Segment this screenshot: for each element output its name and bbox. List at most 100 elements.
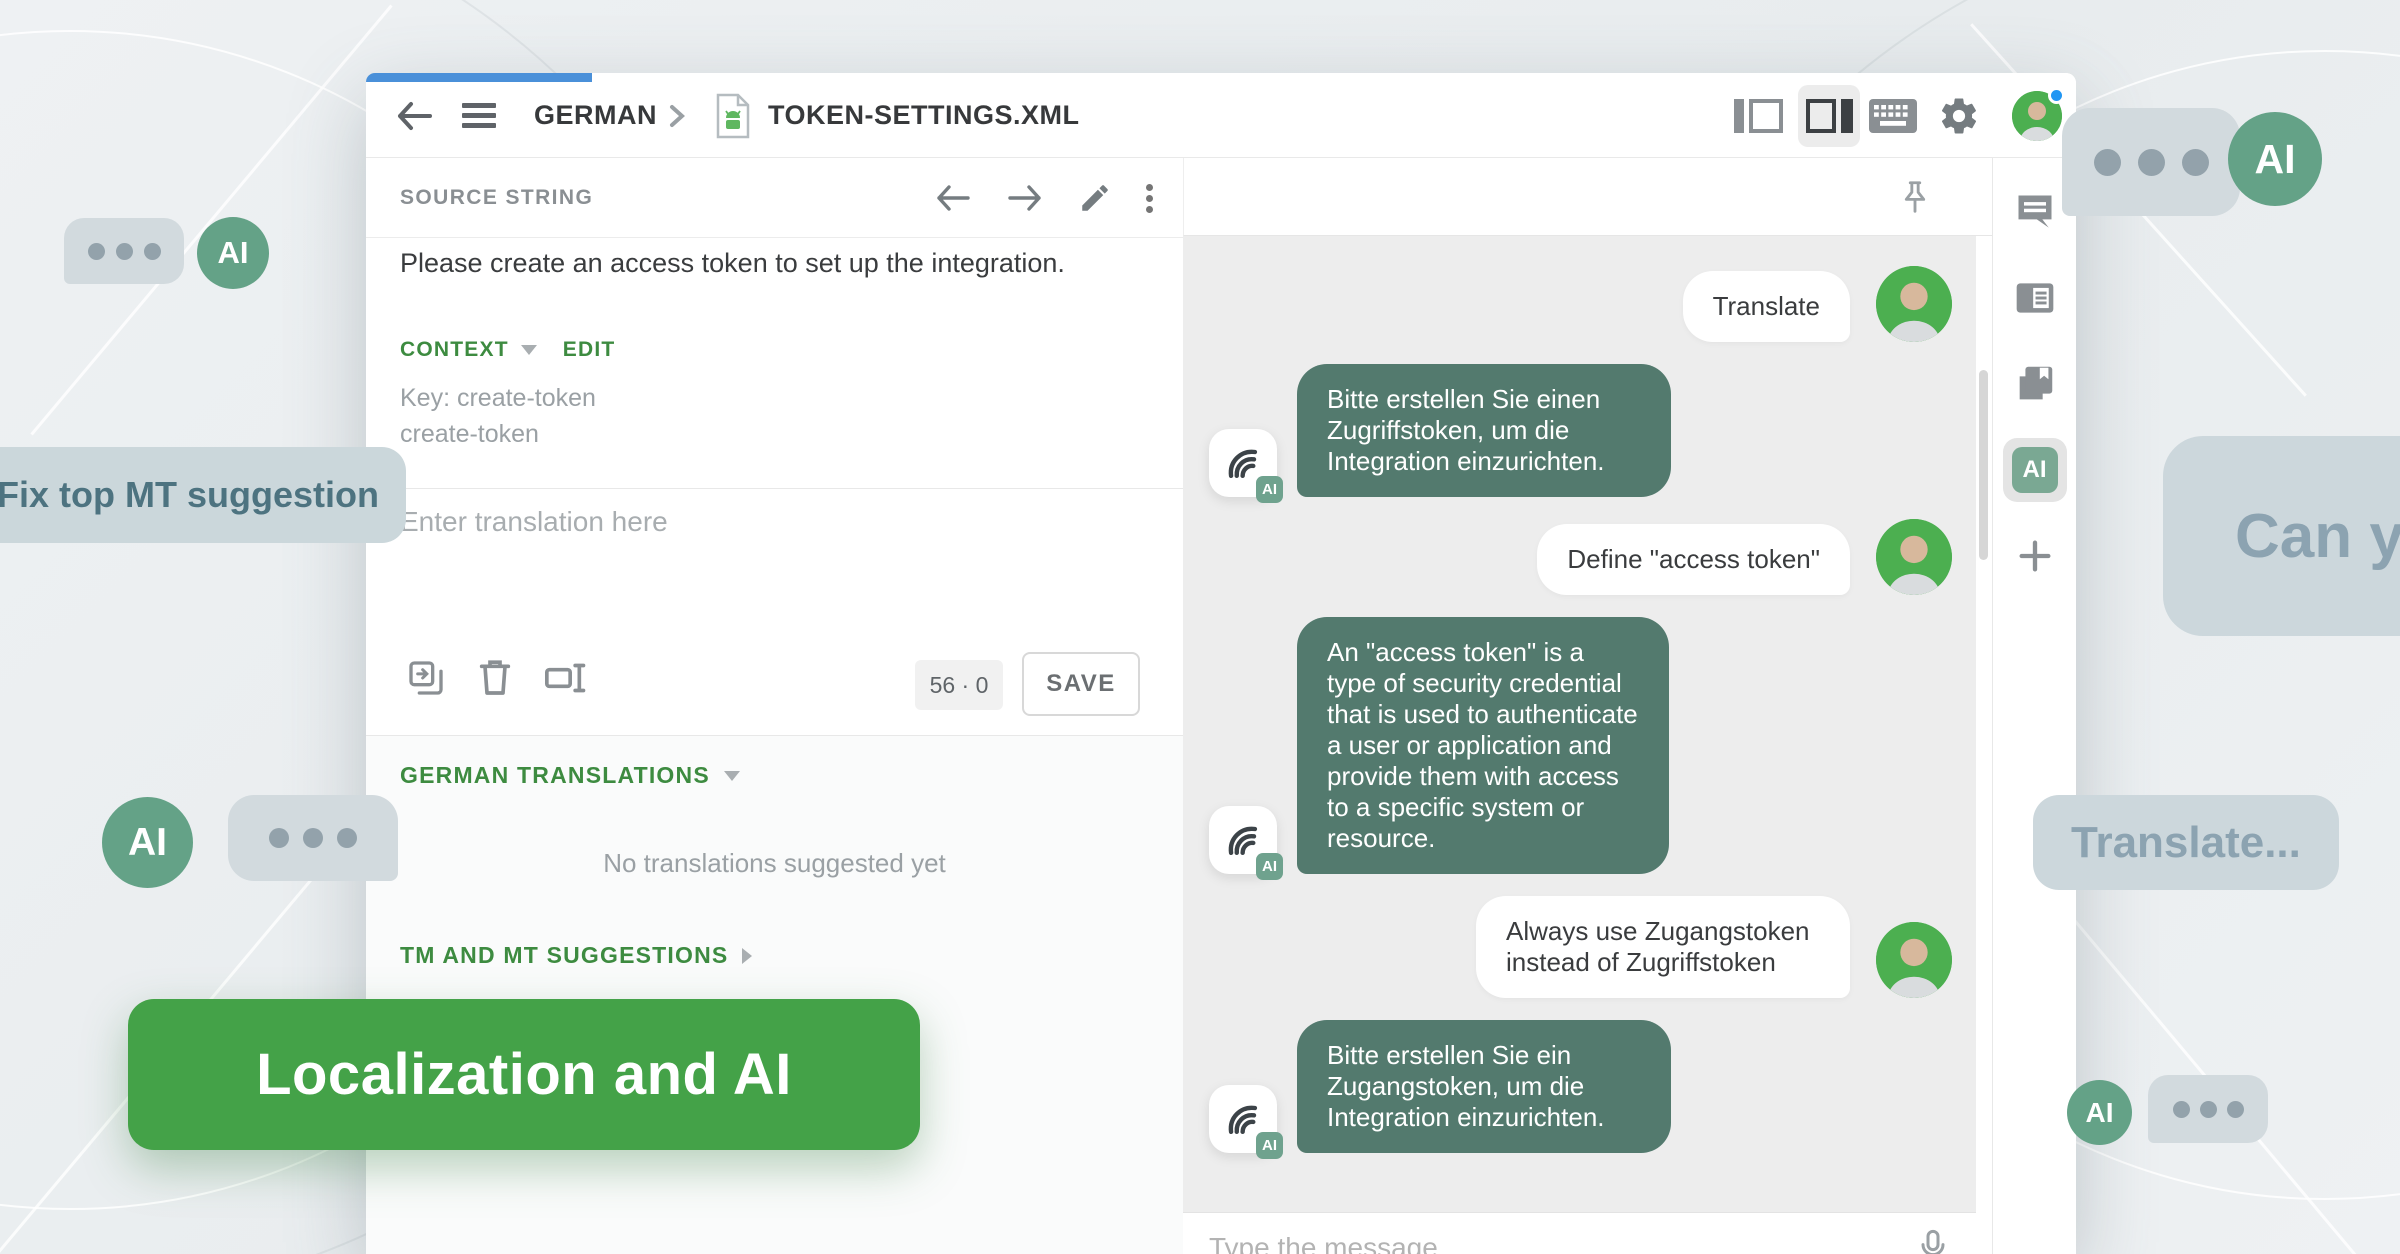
ai-circle-badge: AI — [2067, 1080, 2132, 1145]
tooltip-text: Translate... — [2071, 818, 2301, 868]
typing-dots-bubble — [228, 795, 398, 881]
ai-badge: AI — [1256, 1132, 1283, 1159]
chat-message-user: Define "access token" — [1209, 519, 1952, 595]
divider — [366, 488, 1183, 489]
chevron-right-icon — [742, 948, 752, 964]
chat-message-user: Translate — [1209, 266, 1952, 342]
message-bubble: Bitte erstellen Sie ein Zugangstoken, um… — [1297, 1020, 1671, 1153]
message-bubble: Always use Zugangstoken instead of Zugri… — [1476, 896, 1850, 998]
chevron-down-icon — [521, 345, 537, 355]
sidebar-item-ai-assistant[interactable]: AI — [2003, 438, 2067, 502]
breadcrumb-chevron-icon — [666, 73, 688, 158]
keyboard-icon — [1868, 98, 1918, 134]
more-options-button[interactable] — [1146, 180, 1153, 217]
sidebar-item-info[interactable] — [2003, 266, 2067, 330]
keyboard-shortcuts-button[interactable] — [1868, 73, 1918, 158]
chat-message-ai: AI Bitte erstellen Sie ein Zugangstoken,… — [1209, 1020, 1952, 1153]
user-chat-avatar — [1876, 266, 1952, 342]
typing-dots-bubble — [64, 218, 184, 284]
microphone-icon[interactable] — [1916, 1228, 1950, 1254]
headline-banner: Localization and AI — [128, 999, 920, 1150]
empty-state-message: No translations suggested yet — [366, 848, 1183, 879]
left-panel-icon — [1734, 99, 1783, 133]
translations-header-label: GERMAN TRANSLATIONS — [400, 762, 710, 789]
tooltip-text: Fix top MT suggestion — [0, 474, 379, 516]
settings-button[interactable] — [1938, 73, 1980, 158]
suggestion-tooltip-left: Fix top MT suggestion — [0, 447, 406, 543]
next-string-button[interactable] — [1006, 183, 1044, 213]
book-bookmark-icon — [2012, 361, 2058, 407]
translation-input[interactable] — [400, 506, 1120, 646]
ai-circle-badge: AI — [102, 797, 193, 888]
prompt-tooltip-right-small: Translate... — [2033, 795, 2339, 890]
filename-label: TOKEN-SETTINGS.XML — [768, 100, 1080, 131]
ai-badge: AI — [1256, 853, 1283, 880]
tm-mt-header-label: TM AND MT SUGGESTIONS — [400, 942, 728, 969]
chat-message-user: Always use Zugangstoken instead of Zugri… — [1209, 896, 1952, 998]
typing-dots-bubble — [2148, 1075, 2268, 1143]
translations-section-header[interactable]: GERMAN TRANSLATIONS — [400, 762, 740, 789]
user-avatar[interactable] — [2012, 73, 2062, 158]
source-string-label: SOURCE STRING — [400, 186, 593, 210]
save-button[interactable]: SAVE — [1022, 652, 1140, 716]
context-edit-button[interactable]: EDIT — [563, 338, 616, 362]
back-button[interactable] — [394, 73, 434, 158]
previous-string-button[interactable] — [934, 183, 972, 213]
message-bubble: Bitte erstellen Sie einen Zugriffstoken,… — [1297, 364, 1671, 497]
prompt-tooltip-right-large: Can y — [2163, 436, 2400, 636]
right-sidebar: AI — [1992, 158, 2076, 1254]
ai-assistant-avatar: AI — [1209, 429, 1277, 497]
user-chat-avatar — [1876, 922, 1952, 998]
sidebar-item-glossary[interactable] — [2003, 352, 2067, 416]
ai-badge: AI — [1256, 476, 1283, 503]
message-bubble: An "access token" is a type of security … — [1297, 617, 1669, 874]
chat-message-ai: AI Bitte erstellen Sie einen Zugriffstok… — [1209, 364, 1952, 497]
layout-right-panel-button[interactable] — [1798, 73, 1860, 158]
language-label: GERMAN — [534, 100, 657, 131]
chat-scrollbar[interactable] — [1979, 370, 1988, 560]
chat-input-bar — [1183, 1212, 1976, 1254]
gear-icon — [1938, 95, 1980, 137]
pin-icon[interactable] — [1896, 178, 1934, 216]
ai-circle-badge: AI — [197, 217, 269, 289]
layout-left-panel-button[interactable] — [1734, 73, 1783, 158]
menu-button[interactable] — [462, 73, 496, 158]
banner-text: Localization and AI — [256, 1041, 792, 1108]
page: GERMAN TOKEN-SETTINGS.XML — [0, 0, 2400, 1254]
breadcrumb-filename[interactable]: TOKEN-SETTINGS.XML — [768, 73, 1080, 158]
context-toggle[interactable]: CONTEXT — [400, 338, 509, 362]
chat-message-ai: AI An "access token" is a type of securi… — [1209, 617, 1952, 874]
breadcrumb-language[interactable]: GERMAN — [534, 73, 657, 158]
ai-assistant-avatar: AI — [1209, 806, 1277, 874]
tooltip-text: Can y — [2235, 501, 2400, 572]
clear-translation-button[interactable] — [478, 658, 512, 698]
source-text: Please create an access token to set up … — [400, 248, 1150, 279]
ai-chat-pane: Translate — [1183, 158, 1992, 1254]
comment-icon — [2013, 190, 2057, 234]
tm-mt-section-header[interactable]: TM AND MT SUGGESTIONS — [400, 942, 752, 969]
article-icon — [2013, 276, 2057, 320]
app-header: GERMAN TOKEN-SETTINGS.XML — [366, 73, 2076, 158]
sidebar-item-add[interactable] — [2003, 524, 2067, 588]
plus-icon — [2015, 536, 2055, 576]
right-panel-icon — [1798, 85, 1860, 147]
typing-dots-bubble — [2062, 108, 2240, 216]
copy-source-button[interactable] — [406, 658, 446, 698]
chat-toolbar — [1183, 158, 1992, 236]
user-chat-avatar — [1876, 519, 1952, 595]
context-key: Key: create-token — [400, 384, 596, 413]
chevron-down-icon — [724, 771, 740, 781]
ai-tab-icon: AI — [2012, 447, 2058, 493]
online-status-dot — [2048, 87, 2065, 104]
rename-icon[interactable] — [544, 658, 588, 698]
ai-assistant-avatar: AI — [1209, 1085, 1277, 1153]
context-value: create-token — [400, 420, 539, 449]
message-bubble: Translate — [1683, 271, 1850, 342]
chat-message-list: Translate — [1183, 236, 1976, 1254]
edit-pencil-button[interactable] — [1078, 181, 1112, 215]
character-counter: 56 · 0 — [915, 660, 1003, 710]
file-progress-bar — [366, 73, 592, 82]
sidebar-item-comments[interactable] — [2003, 180, 2067, 244]
suggestions-zone: GERMAN TRANSLATIONS No translations sugg… — [366, 735, 1183, 1254]
chat-message-input[interactable] — [1209, 1232, 1916, 1254]
